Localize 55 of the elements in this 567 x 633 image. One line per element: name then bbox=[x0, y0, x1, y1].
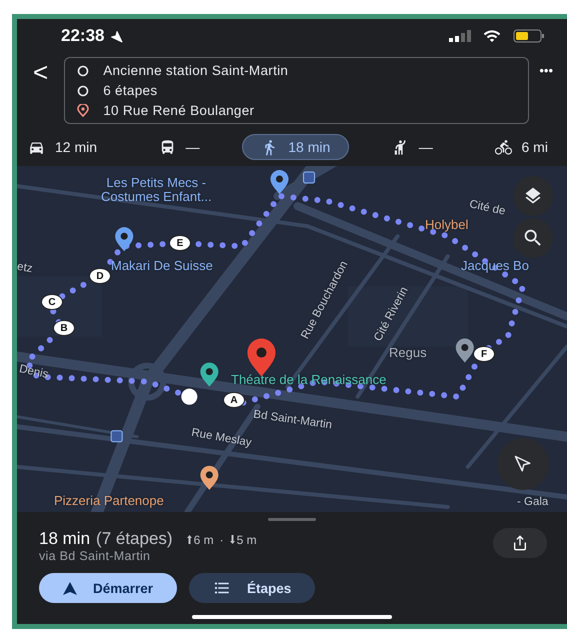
map[interactable] bbox=[17, 166, 567, 512]
back-button[interactable]: < bbox=[27, 57, 54, 88]
travel-mode-tab[interactable]: — bbox=[140, 134, 219, 160]
bus-stop-icon bbox=[303, 172, 316, 184]
map-label: Cité de bbox=[468, 198, 506, 218]
separator-dot: · bbox=[220, 532, 224, 546]
theater-pin-icon[interactable] bbox=[200, 362, 218, 387]
ascent-value: 6 m bbox=[194, 532, 214, 546]
map-label: Théatre de la Renaissance bbox=[231, 373, 386, 388]
circle-icon bbox=[77, 84, 90, 96]
share-button[interactable] bbox=[493, 528, 547, 558]
map-label: Jacques Bo bbox=[461, 259, 529, 274]
layers-icon bbox=[523, 186, 543, 206]
route-duration: 18 min bbox=[39, 529, 90, 549]
travel-mode-tab[interactable]: — bbox=[372, 134, 452, 160]
map-label: - Gala bbox=[517, 496, 548, 509]
route-field[interactable]: 6 étapes bbox=[103, 83, 158, 98]
more-button[interactable]: ••• bbox=[539, 63, 553, 78]
steps-button[interactable]: Étapes bbox=[189, 573, 316, 603]
shop-pin-icon[interactable] bbox=[270, 170, 288, 194]
descent-value: 5 m bbox=[236, 532, 257, 546]
map-label: Pizzeria Partenope bbox=[54, 494, 164, 508]
signal-icon bbox=[449, 30, 471, 42]
clock-time: 22:38 bbox=[61, 26, 104, 46]
bus-stop-icon bbox=[110, 430, 123, 442]
map-label: Holybel bbox=[425, 218, 468, 232]
map-label: Rue Meslay bbox=[190, 426, 252, 450]
pin-icon bbox=[77, 104, 90, 117]
place-pin-icon[interactable] bbox=[456, 338, 474, 363]
map-label: etz bbox=[17, 260, 34, 276]
start-button[interactable]: Démarrer bbox=[39, 573, 178, 603]
navigation-arrow-icon bbox=[514, 455, 532, 473]
route-field[interactable]: 10 Rue René Boulanger bbox=[103, 103, 254, 118]
start-point bbox=[181, 388, 198, 405]
navigation-arrow-icon bbox=[63, 582, 77, 594]
route-stops: (7 étapes) bbox=[96, 529, 173, 549]
map-label: Regus bbox=[389, 346, 427, 360]
ascent-icon bbox=[186, 535, 192, 544]
route-field[interactable]: Ancienne station Saint-Martin bbox=[103, 63, 288, 78]
share-icon bbox=[512, 535, 528, 551]
route-via: via Bd Saint-Martin bbox=[39, 549, 152, 563]
travel-mode-tab[interactable]: 18 min bbox=[242, 134, 350, 160]
descent-icon bbox=[230, 535, 235, 544]
circle-icon bbox=[77, 64, 90, 76]
shop-pin-icon[interactable] bbox=[115, 227, 134, 252]
battery-icon bbox=[513, 29, 545, 43]
map-label: Makari De Suisse bbox=[111, 259, 213, 274]
map-label: Denis bbox=[18, 363, 50, 382]
travel-mode-tab[interactable]: 12 min bbox=[17, 134, 116, 160]
map-label: Les Petits Mecs - Costumes Enfant... bbox=[101, 176, 212, 205]
travel-mode-tab[interactable]: 6 mi bbox=[476, 134, 567, 160]
restaurant-pin-icon[interactable] bbox=[200, 466, 218, 490]
bike-icon bbox=[494, 138, 512, 156]
location-arrow-icon bbox=[110, 30, 124, 42]
map-label: Bd Saint-Martin bbox=[252, 408, 333, 432]
